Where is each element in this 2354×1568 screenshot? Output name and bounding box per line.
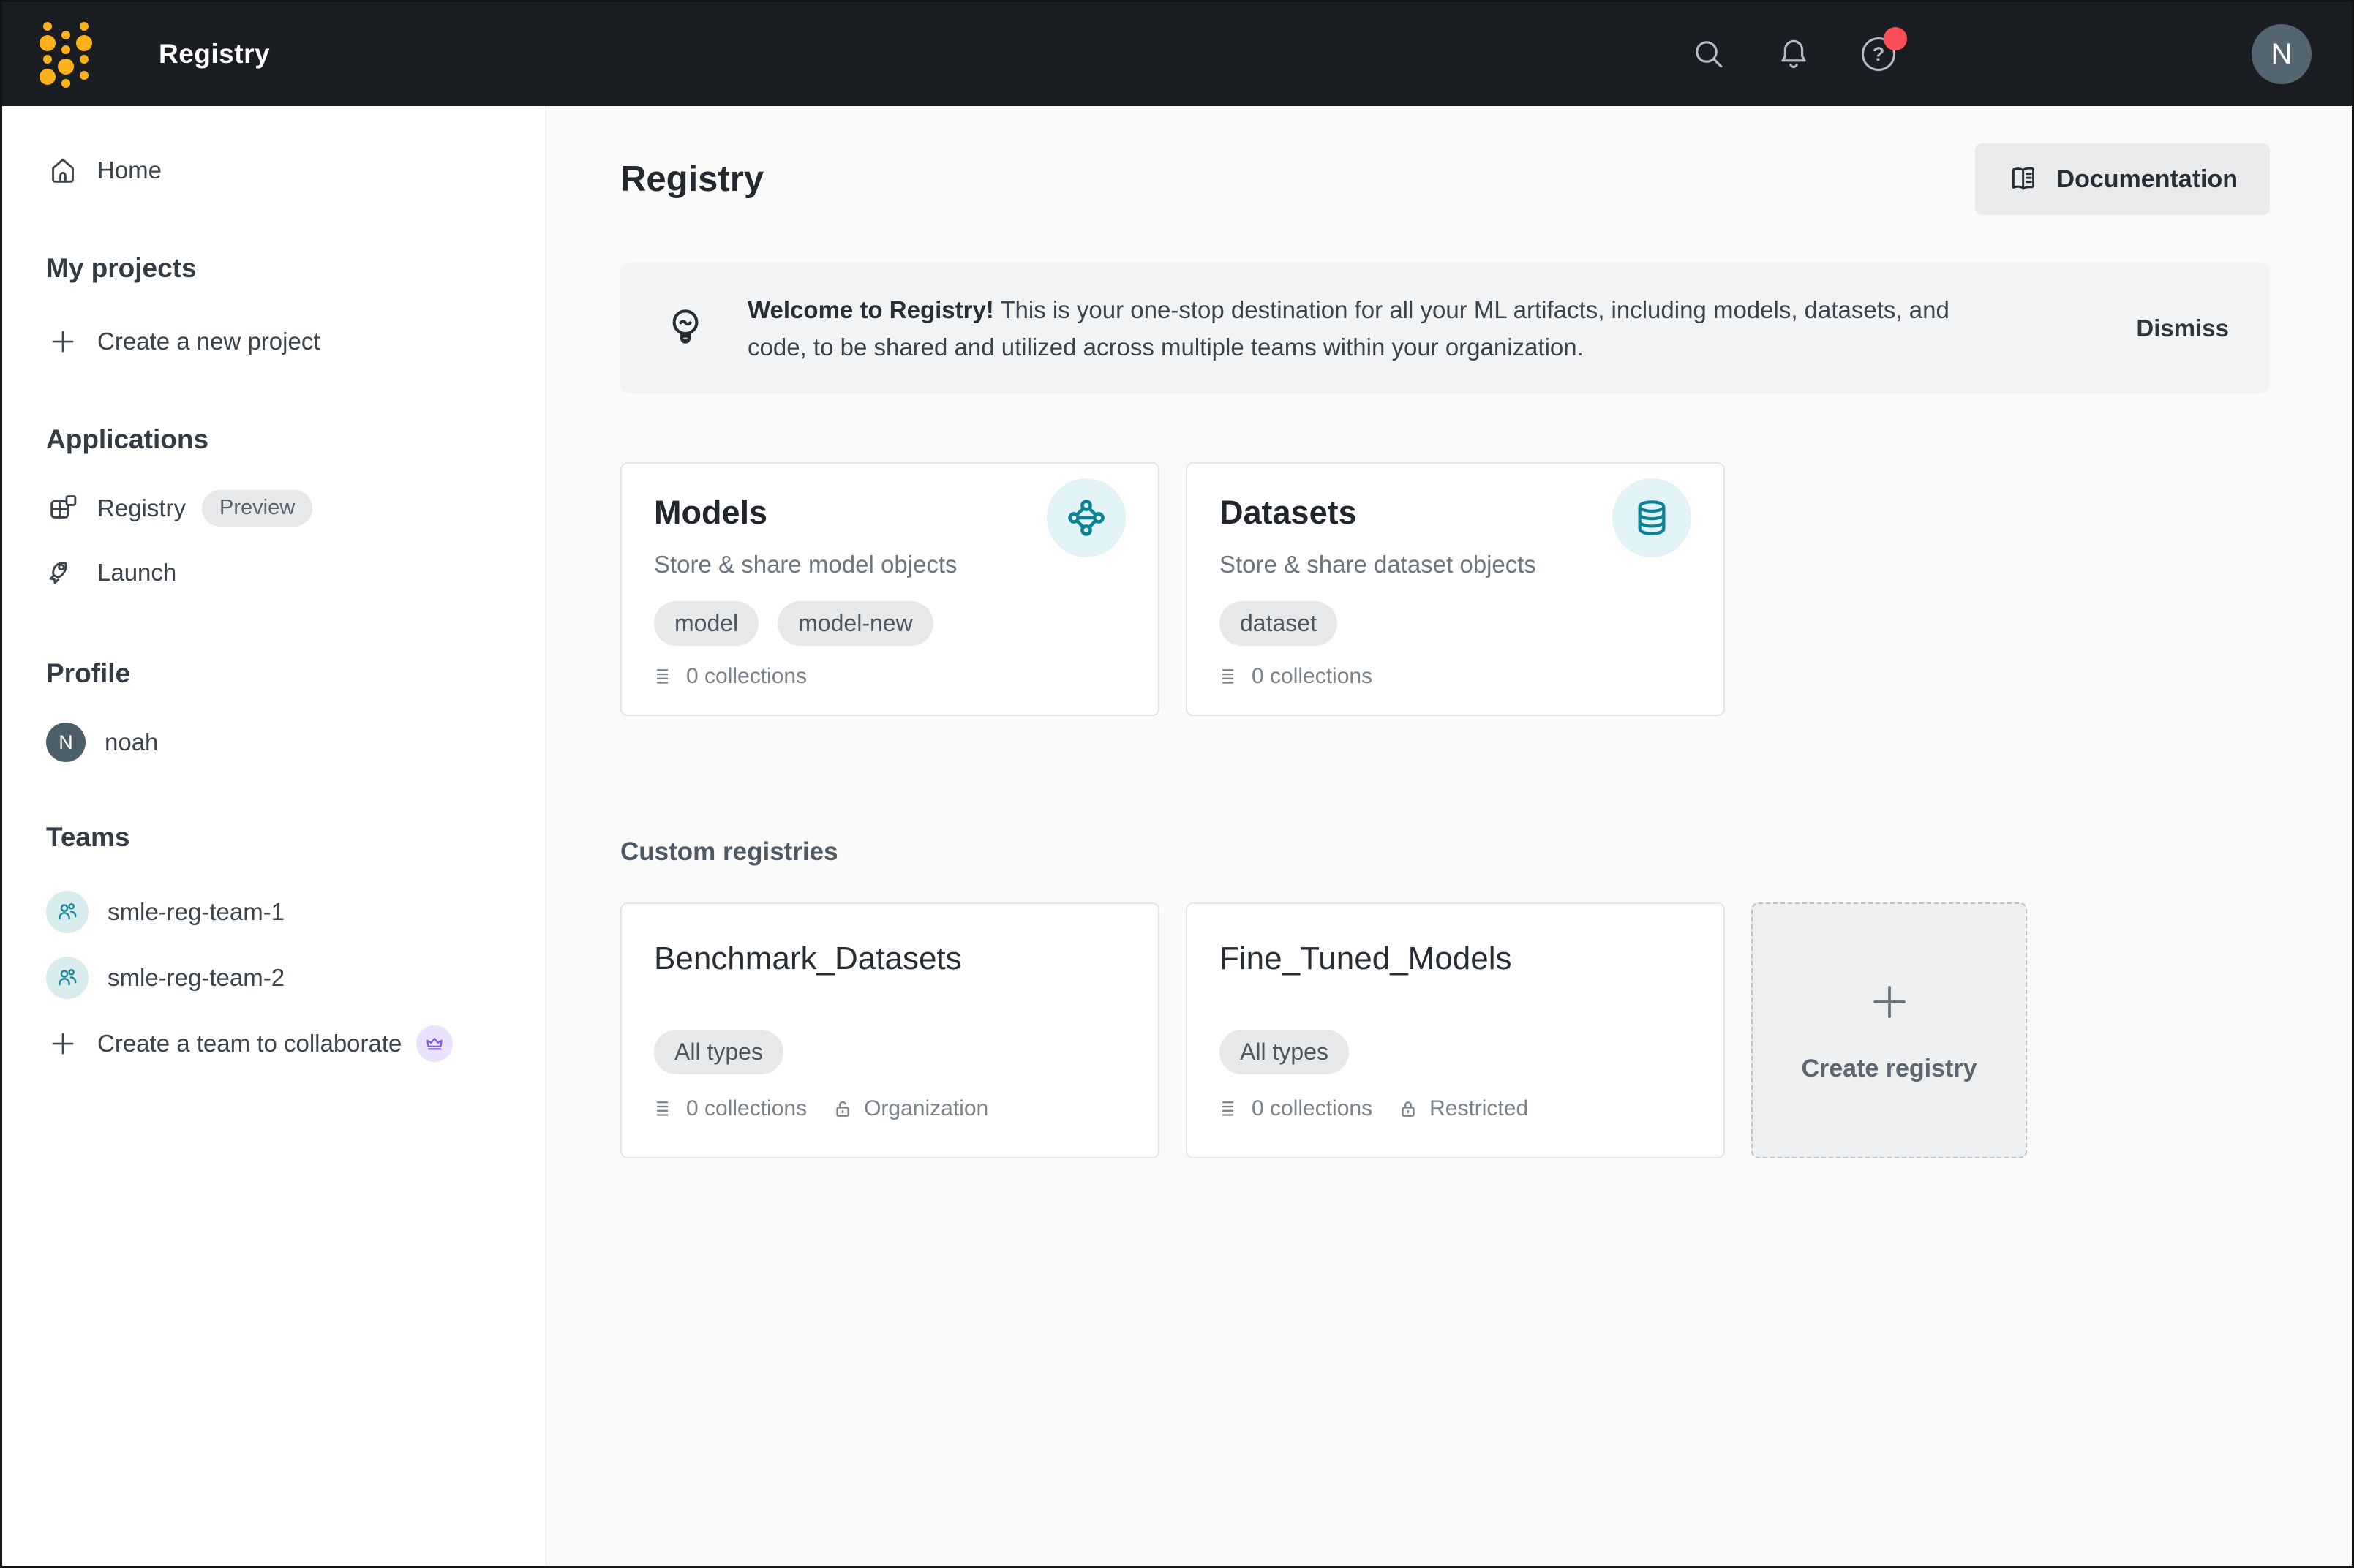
book-icon (2007, 163, 2039, 195)
tag-row: All types (1219, 1030, 1691, 1074)
lock-closed-icon (1397, 1098, 1419, 1120)
custom-registries-title: Custom registries (620, 837, 2270, 867)
plus-icon (46, 1028, 80, 1059)
tag-row: dataset (1219, 601, 1691, 646)
collections-count: 0 collections (686, 664, 807, 689)
sidebar-header-profile: Profile (46, 656, 546, 691)
card-subtitle: Store & share model objects (654, 549, 1126, 581)
visibility-group: Restricted (1397, 1096, 1528, 1121)
registry-card-benchmark-datasets[interactable]: Benchmark_Datasets All types 0 collectio… (620, 902, 1159, 1158)
app-window: Registry ? N (0, 0, 2354, 1568)
welcome-banner-text: Welcome to Registry! This is your one-st… (748, 291, 1949, 366)
rocket-icon (46, 556, 80, 589)
dismiss-button[interactable]: Dismiss (2107, 314, 2229, 342)
sidebar-item-team-1[interactable]: smle-reg-team-1 (46, 889, 546, 935)
sidebar-item-profile-noah[interactable]: N noah (46, 720, 546, 764)
database-icon (1612, 478, 1691, 557)
wandb-logo-icon[interactable] (39, 19, 93, 89)
registry-card-models[interactable]: Models Store & share model objects model… (620, 462, 1159, 716)
visibility-label: Organization (864, 1096, 988, 1121)
collections-count: 0 collections (1252, 664, 1372, 689)
card-meta: 0 collections (1219, 664, 1691, 689)
lock-open-icon (832, 1098, 854, 1120)
card-meta: 0 collections Organization (654, 1096, 1126, 1121)
card-title: Fine_Tuned_Models (1219, 939, 1691, 979)
user-avatar[interactable]: N (2252, 24, 2312, 84)
card-meta: 0 collections Restricted (1219, 1096, 1691, 1121)
sidebar-header-teams: Teams (46, 820, 546, 855)
tag: All types (654, 1030, 783, 1074)
tag-row: model model-new (654, 601, 1126, 646)
sidebar-header-my-projects: My projects (46, 251, 546, 286)
navbar-title: Registry (159, 39, 270, 69)
custom-registries-row: Benchmark_Datasets All types 0 collectio… (620, 902, 2270, 1158)
collections-list-icon (1219, 666, 1241, 687)
notification-dot (1884, 27, 1907, 50)
sidebar: Home My projects Create a new project Ap… (2, 106, 546, 1566)
search-icon[interactable] (1691, 36, 1727, 72)
documentation-button[interactable]: Documentation (1975, 143, 2270, 215)
page-title: Registry (620, 159, 764, 200)
tag: dataset (1219, 601, 1337, 646)
visibility-group: Organization (832, 1096, 988, 1121)
tag-row: All types (654, 1030, 1126, 1074)
sidebar-item-team-2[interactable]: smle-reg-team-2 (46, 954, 546, 1001)
sidebar-item-label: Create a team to collaborate (97, 1030, 402, 1058)
people-icon (46, 957, 89, 999)
help-icon[interactable]: ? (1860, 36, 1897, 72)
plus-icon (46, 326, 80, 357)
create-registry-label: Create registry (1801, 1055, 1977, 1083)
model-nodes-icon (1047, 478, 1126, 557)
create-registry-button[interactable]: Create registry (1751, 902, 2027, 1158)
top-navbar: Registry ? N (2, 2, 2352, 106)
people-icon (46, 891, 89, 933)
sidebar-item-label: smle-reg-team-2 (108, 964, 285, 992)
tag: All types (1219, 1030, 1349, 1074)
tag: model-new (778, 601, 933, 646)
content-header: Registry Documentation (620, 143, 2270, 216)
sidebar-item-label: Create a new project (97, 328, 320, 355)
documentation-label: Documentation (2057, 165, 2238, 194)
sidebar-item-create-project[interactable]: Create a new project (46, 323, 546, 361)
registry-card-fine-tuned-models[interactable]: Fine_Tuned_Models All types 0 collection… (1186, 902, 1725, 1158)
profile-avatar: N (46, 723, 86, 762)
visibility-label: Restricted (1429, 1096, 1528, 1121)
plus-icon (1866, 979, 1913, 1025)
welcome-banner: Welcome to Registry! This is your one-st… (620, 263, 2270, 394)
lightbulb-icon (661, 304, 710, 353)
preview-badge: Preview (202, 490, 312, 527)
collections-list-icon (1219, 1098, 1241, 1120)
crown-icon (416, 1025, 453, 1062)
sidebar-item-label: Registry (97, 494, 186, 522)
sidebar-item-label: noah (105, 728, 158, 756)
navbar-actions: ? (1691, 2, 1897, 106)
card-subtitle: Store & share dataset objects (1219, 549, 1691, 581)
sidebar-header-applications: Applications (46, 422, 546, 457)
sidebar-item-label: smle-reg-team-1 (108, 898, 285, 926)
collections-count: 0 collections (1252, 1096, 1372, 1121)
card-title: Benchmark_Datasets (654, 939, 1126, 979)
collections-count: 0 collections (686, 1096, 807, 1121)
banner-line2: code, to be shared and utilized across m… (748, 333, 1584, 361)
sidebar-item-label: Launch (97, 559, 176, 587)
home-icon (46, 154, 80, 187)
collections-list-icon (654, 666, 676, 687)
sidebar-item-home[interactable]: Home (46, 147, 546, 194)
sidebar-item-registry[interactable]: Registry Preview (46, 486, 546, 530)
banner-line1: This is your one-stop destination for al… (1000, 296, 1949, 323)
sidebar-item-create-team[interactable]: Create a team to collaborate (46, 1020, 546, 1067)
sidebar-item-label: Home (97, 157, 162, 184)
registry-grid-icon (46, 491, 80, 525)
bell-icon[interactable] (1775, 36, 1812, 72)
registry-card-datasets[interactable]: Datasets Store & share dataset objects d… (1186, 462, 1725, 716)
sidebar-item-launch[interactable]: Launch (46, 551, 546, 595)
banner-bold-text: Welcome to Registry! (748, 296, 994, 323)
tag: model (654, 601, 759, 646)
core-registries-row: Models Store & share model objects model… (620, 462, 2270, 716)
collections-list-icon (654, 1098, 676, 1120)
main-content: Registry Documentation (547, 106, 2352, 1566)
card-meta: 0 collections (654, 664, 1126, 689)
